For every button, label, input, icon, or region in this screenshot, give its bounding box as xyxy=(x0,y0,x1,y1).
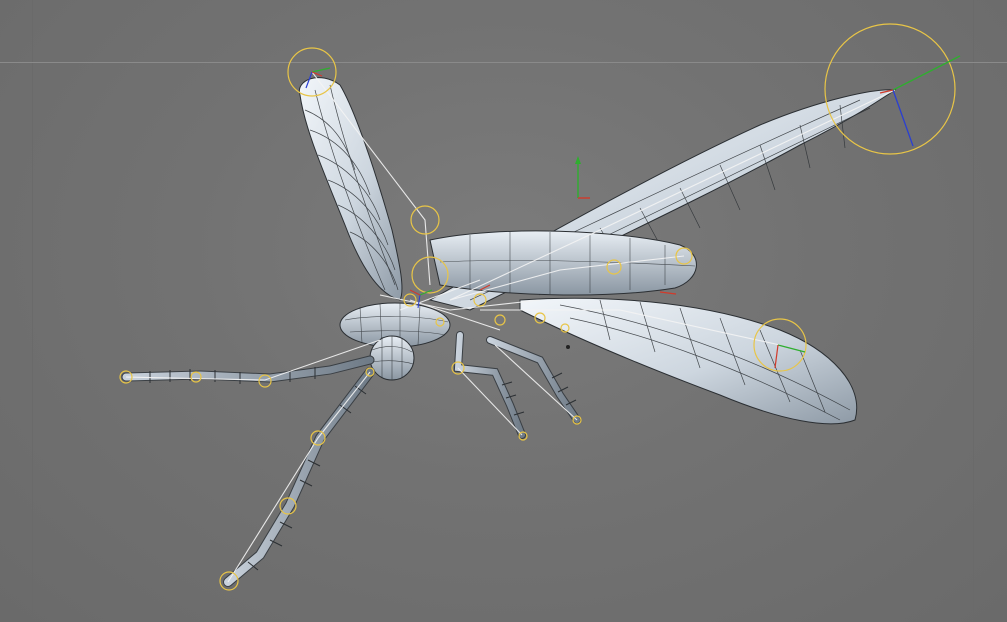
abdomen[interactable] xyxy=(429,230,697,296)
front-right-leg[interactable] xyxy=(223,367,375,587)
middle-legs[interactable] xyxy=(453,331,581,439)
pivot-point xyxy=(566,345,570,349)
scene-canvas[interactable] xyxy=(0,0,1007,622)
front-left-leg[interactable] xyxy=(121,355,375,384)
upper-left-wing[interactable] xyxy=(298,77,403,301)
joint-circle-icon xyxy=(824,23,956,155)
joint-circle-icon xyxy=(494,314,506,326)
3d-viewport[interactable] xyxy=(0,0,1007,622)
head[interactable] xyxy=(369,335,415,381)
